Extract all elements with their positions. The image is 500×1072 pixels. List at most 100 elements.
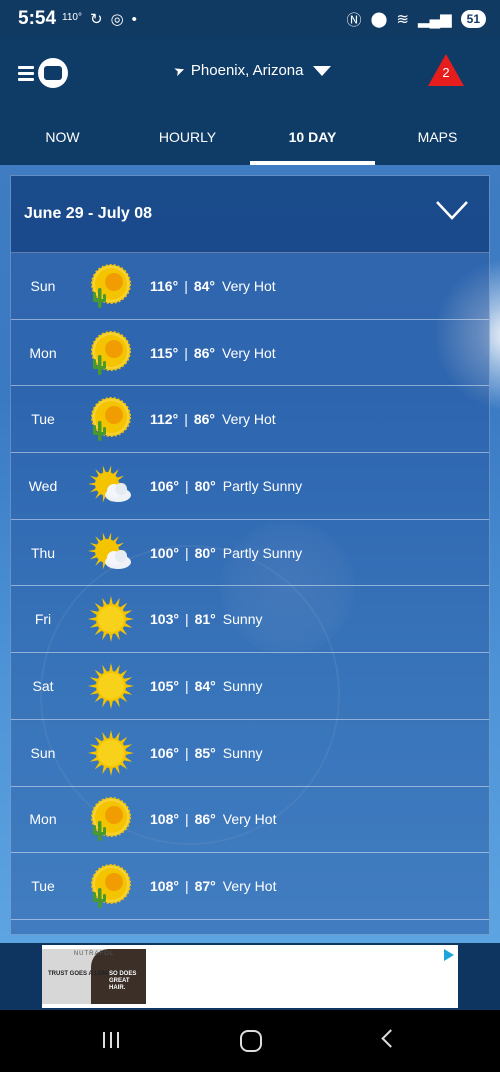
- advertisement-banner[interactable]: NUTRAFOL TRUST GOES A LONG WAY. SO DOES …: [42, 945, 458, 1008]
- date-range-header[interactable]: June 29 - July 08: [11, 176, 489, 253]
- forecast-low: 80°: [194, 477, 216, 494]
- hot-sun-cactus-icon: [87, 395, 135, 443]
- forecast-temps: 116° | 84°: [150, 278, 215, 294]
- forecast-high: 103°: [150, 611, 179, 628]
- hot-sun-cactus-icon: [87, 862, 135, 910]
- forecast-condition: Very Hot: [222, 411, 276, 428]
- forecast-low: 84°: [194, 677, 216, 694]
- forecast-day: Tue: [31, 878, 55, 895]
- forecast-temps: 115° | 86°: [150, 345, 215, 361]
- nfc-icon: Ⓝ: [346, 11, 362, 29]
- ad-choices-icon[interactable]: [444, 949, 454, 961]
- weatherbug-logo-icon: [38, 58, 68, 88]
- forecast-row[interactable]: Tue 108° | 87° Very Hot: [11, 853, 489, 920]
- sunny-icon: [87, 595, 135, 643]
- date-range: June 29 - July 08: [24, 205, 153, 222]
- forecast-low: 87°: [194, 878, 216, 895]
- forecast-temps: 112° | 86°: [150, 411, 215, 427]
- app-header: ➤ Phoenix, Arizona 2: [0, 38, 500, 108]
- temp-separator: |: [184, 344, 188, 361]
- forecast-row[interactable]: Thu 100° | 80° Partly Sunny: [11, 520, 489, 587]
- forecast-temps: 106° | 85°: [150, 745, 216, 761]
- forecast-high: 108°: [150, 811, 179, 828]
- forecast-condition: Very Hot: [222, 344, 276, 361]
- location-name: Phoenix, Arizona: [190, 62, 304, 79]
- tab-hourly[interactable]: HOURLY: [125, 108, 250, 165]
- alert-count: 2: [442, 65, 450, 80]
- tab-now[interactable]: NOW: [0, 108, 125, 165]
- forecast-list: Sun 116° | 84° Very Hot Mon 115° | 86° Very …: [11, 253, 489, 920]
- forecast-condition: Very Hot: [222, 277, 276, 294]
- forecast-row[interactable]: Sun 116° | 84° Very Hot: [11, 253, 489, 320]
- home-button[interactable]: [240, 1030, 262, 1052]
- back-button[interactable]: [381, 1029, 400, 1048]
- forecast-day: Mon: [29, 344, 57, 361]
- hot-sun-cactus-icon: [87, 262, 135, 310]
- forecast-day: Tue: [31, 411, 55, 428]
- temp-separator: |: [184, 477, 189, 494]
- forecast-low: 86°: [193, 411, 215, 428]
- sunny-icon: [87, 662, 135, 710]
- forecast-row[interactable]: Sat 105° | 84° Sunny: [11, 653, 489, 720]
- forecast-condition: Sunny: [222, 744, 263, 761]
- forecast-low: 86°: [193, 344, 215, 361]
- forecast-day: Sat: [32, 677, 54, 694]
- hamburger-icon: [18, 63, 34, 84]
- sunny-icon: [87, 729, 135, 777]
- forecast-row[interactable]: Wed 106° | 80° Partly Sunny: [11, 453, 489, 520]
- temp-separator: |: [184, 277, 188, 294]
- forecast-high: 112°: [150, 411, 179, 428]
- forecast-high: 105°: [150, 677, 179, 694]
- temp-separator: |: [184, 744, 189, 761]
- menu-button[interactable]: [18, 58, 68, 88]
- ad-text-right: SO DOES GREAT HAIR.: [109, 971, 137, 991]
- forecast-day: Sun: [30, 744, 56, 761]
- status-time: 5:54: [18, 8, 57, 29]
- hot-sun-cactus-icon: [87, 329, 135, 377]
- ad-image[interactable]: NUTRAFOL TRUST GOES A LONG WAY. SO DOES …: [42, 949, 146, 1004]
- hot-sun-cactus-icon: [87, 795, 135, 843]
- ad-brand: NUTRAFOL: [73, 951, 115, 957]
- location-selector[interactable]: ➤ Phoenix, Arizona: [172, 61, 332, 79]
- forecast-day: Wed: [28, 477, 58, 494]
- forecast-condition: Partly Sunny: [222, 544, 303, 561]
- forecast-row[interactable]: Fri 103° | 81° Sunny: [11, 586, 489, 654]
- forecast-row[interactable]: Mon 108° | 86° Very Hot: [11, 787, 489, 854]
- forecast-condition: Sunny: [222, 611, 263, 628]
- alerts-button[interactable]: 2: [428, 54, 464, 86]
- forecast-high: 108°: [150, 878, 179, 895]
- partly-sunny-icon: [87, 462, 135, 510]
- forecast-condition: Partly Sunny: [222, 477, 303, 494]
- forecast-temps: 108° | 87°: [150, 878, 216, 894]
- forecast-content[interactable]: June 29 - July 08 Sun 116° | 84° Very Hot …: [0, 165, 500, 943]
- forecast-low: 80°: [194, 544, 216, 561]
- wifi-icon: ≋: [396, 11, 409, 28]
- partly-sunny-icon: [87, 529, 135, 577]
- forecast-temps: 103° | 81°: [150, 611, 216, 627]
- ad-bar: NUTRAFOL TRUST GOES A LONG WAY. SO DOES …: [0, 943, 500, 1010]
- forecast-day: Thu: [30, 544, 56, 561]
- forecast-row[interactable]: Tue 112° | 86° Very Hot: [11, 386, 489, 454]
- forecast-day: Sun: [30, 277, 56, 294]
- forecast-high: 106°: [150, 744, 179, 761]
- forecast-temps: 106° | 80°: [150, 478, 216, 494]
- forecast-day: Fri: [34, 611, 52, 628]
- chevron-down-icon[interactable]: [435, 199, 469, 221]
- temp-separator: |: [184, 878, 189, 895]
- recents-button[interactable]: [103, 1032, 119, 1048]
- forecast-condition: Sunny: [222, 677, 263, 694]
- temp-separator: |: [184, 544, 189, 561]
- forecast-row[interactable]: Sun 106° | 85° Sunny: [11, 720, 489, 787]
- location-pin-icon: ⬤: [370, 11, 388, 28]
- tab-maps[interactable]: MAPS: [375, 108, 500, 165]
- status-right-group: Ⓝ ⬤ ≋ ▂▄▆ 51: [347, 9, 486, 30]
- dot-icon: •: [131, 10, 137, 28]
- tab-10-day[interactable]: 10 DAY: [250, 108, 375, 165]
- temp-separator: |: [184, 411, 188, 428]
- forecast-row[interactable]: Mon 115° | 86° Very Hot: [11, 320, 489, 387]
- forecast-temps: 108° | 86°: [150, 811, 216, 827]
- forecast-high: 100°: [150, 544, 179, 561]
- temp-separator: |: [184, 677, 189, 694]
- caret-down-icon: [313, 65, 332, 76]
- forecast-day: Mon: [29, 811, 57, 828]
